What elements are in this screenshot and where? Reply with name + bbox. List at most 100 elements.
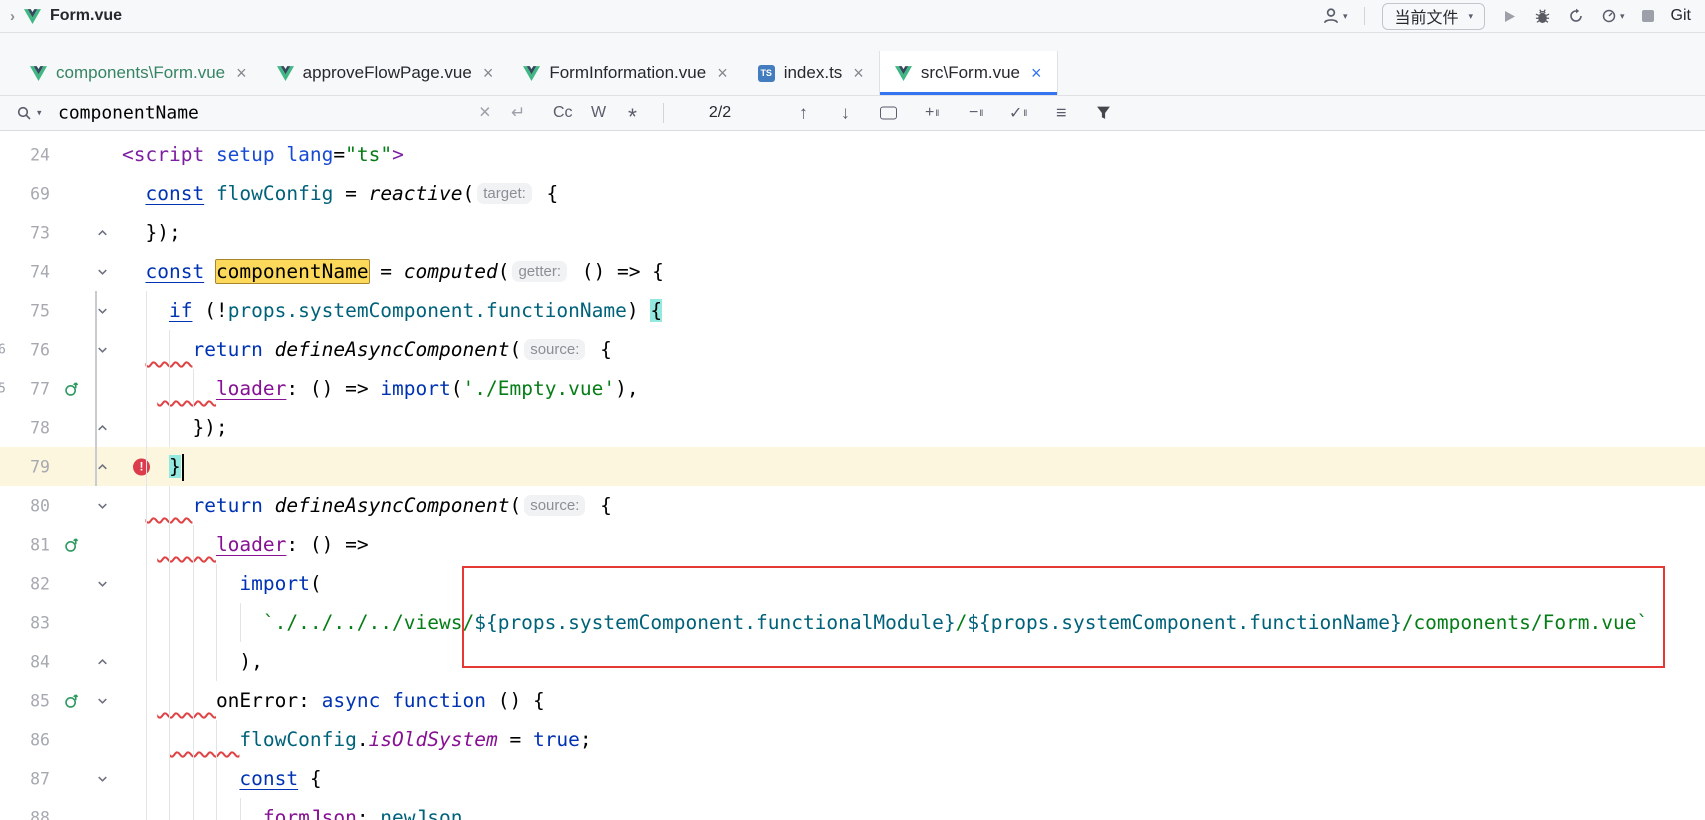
code-line[interactable]: 88 formJson: newJson, <box>0 798 1705 820</box>
code-line[interactable]: 75 if (!props.systemComponent.functionNa… <box>0 291 1705 330</box>
debug-bug-icon[interactable] <box>1534 8 1551 25</box>
match-case-toggle[interactable]: Cc <box>553 104 573 122</box>
whole-words-toggle[interactable]: W <box>591 104 606 122</box>
line-number: 84 <box>0 652 50 671</box>
fold-down-icon[interactable] <box>96 772 109 785</box>
fold-down-icon[interactable] <box>96 577 109 590</box>
navigate-up-icon[interactable] <box>64 381 80 397</box>
run-config-label: 当前文件 <box>1394 4 1458 28</box>
code-line[interactable]: 83 `./../../../views/${props.systemCompo… <box>0 603 1705 642</box>
gutter: 86 <box>0 720 112 759</box>
next-match-button[interactable]: ↓ <box>841 103 850 124</box>
gutter: 83 <box>0 603 112 642</box>
gutter: 84 <box>0 642 112 681</box>
fold-down-icon[interactable] <box>96 265 109 278</box>
code-text: }); <box>112 408 228 447</box>
tab-close-icon[interactable]: × <box>717 64 728 82</box>
previous-match-button[interactable]: ↑ <box>799 103 808 124</box>
select-all-matches-icon[interactable]: ✓II <box>1009 103 1026 123</box>
gutter: 577 <box>0 369 112 408</box>
gutter: 88 <box>0 798 112 820</box>
code-text: loader: () => <box>112 525 369 564</box>
gutter: 74 <box>0 252 112 291</box>
fold-down-icon[interactable] <box>96 499 109 512</box>
code-line[interactable]: 69 const flowConfig = reactive(target: { <box>0 174 1705 213</box>
editor-tab[interactable]: components\Form.vue× <box>15 51 262 95</box>
tab-close-icon[interactable]: × <box>1031 64 1042 82</box>
code-text: formJson: newJson, <box>112 798 474 820</box>
clear-search-icon[interactable]: × <box>479 102 491 125</box>
remove-selection-icon[interactable]: −II <box>969 104 982 122</box>
line-number: 86 <box>0 730 50 749</box>
add-selection-icon[interactable]: +II <box>925 104 938 122</box>
code-line[interactable]: 24<script setup lang="ts"> <box>0 135 1705 174</box>
plus-icon: + <box>925 104 934 122</box>
code-line[interactable]: 577 loader: () => import('./Empty.vue'), <box>0 369 1705 408</box>
code-text: flowConfig.isOldSystem = true; <box>112 720 592 759</box>
code-text: return defineAsyncComponent(source: { <box>112 486 612 525</box>
navigate-up-icon[interactable] <box>64 537 80 553</box>
bars-icon: II <box>979 108 982 118</box>
fold-end-icon[interactable] <box>96 460 109 473</box>
code-line[interactable]: 79 }! <box>0 447 1705 486</box>
code-text: import( <box>112 564 322 603</box>
editor-tab[interactable]: FormInformation.vue× <box>508 51 742 95</box>
open-in-find-window-icon[interactable] <box>880 107 897 120</box>
code-text: onError: async function () { <box>112 681 545 720</box>
editor-tab[interactable]: TSindex.ts× <box>743 51 879 95</box>
code-line[interactable]: 87 const { <box>0 759 1705 798</box>
search-options-icon[interactable]: ≡ <box>1056 103 1067 124</box>
gutter: 80 <box>0 486 112 525</box>
fold-end-icon[interactable] <box>96 421 109 434</box>
filter-icon[interactable] <box>1096 106 1111 121</box>
code-line[interactable]: 82 import( <box>0 564 1705 603</box>
line-number: 81 <box>0 535 50 554</box>
code-line[interactable]: 74 const componentName = computed(getter… <box>0 252 1705 291</box>
stop-button[interactable] <box>1642 10 1654 22</box>
code-line[interactable]: 85 onError: async function () { <box>0 681 1705 720</box>
code-line[interactable]: 73 }); <box>0 213 1705 252</box>
line-number: 73 <box>0 223 50 242</box>
editor-tab[interactable]: src\Form.vue × <box>879 51 1058 95</box>
editor[interactable]: 24<script setup lang="ts">69 const flowC… <box>0 131 1705 820</box>
user-icon <box>1322 7 1340 25</box>
fold-down-icon[interactable] <box>96 694 109 707</box>
code-line[interactable]: 80 return defineAsyncComponent(source: { <box>0 486 1705 525</box>
fold-end-icon[interactable] <box>96 655 109 668</box>
user-menu-button[interactable]: ▾ <box>1322 7 1348 25</box>
search-icon[interactable] <box>16 105 32 121</box>
git-widget[interactable]: Git <box>1671 7 1691 25</box>
run-config-selector[interactable]: 当前文件 ▾ <box>1382 3 1485 30</box>
tab-label: src\Form.vue <box>921 63 1020 83</box>
run-button[interactable] <box>1502 9 1517 24</box>
code-line[interactable]: 81 loader: () => <box>0 525 1705 564</box>
vue-icon <box>24 9 41 24</box>
chevron-right-icon[interactable]: › <box>10 8 15 25</box>
tab-close-icon[interactable]: × <box>853 64 864 82</box>
inlay-hint: getter: <box>512 261 567 282</box>
code-line[interactable]: 86 flowConfig.isOldSystem = true; <box>0 720 1705 759</box>
fold-down-icon[interactable] <box>96 304 109 317</box>
line-number: 83 <box>0 613 50 632</box>
tab-close-icon[interactable]: × <box>483 64 494 82</box>
line-number: 88 <box>0 808 50 820</box>
regex-toggle[interactable]: * <box>628 104 637 131</box>
insert-newline-icon[interactable]: ↵ <box>511 103 525 123</box>
fold-down-icon[interactable] <box>96 343 109 356</box>
profiler-button[interactable]: ▾ <box>1601 8 1625 24</box>
tab-close-icon[interactable]: × <box>236 64 247 82</box>
code-line[interactable]: 78 }); <box>0 408 1705 447</box>
search-input[interactable]: componentName <box>58 103 199 124</box>
navigate-up-icon[interactable] <box>64 693 80 709</box>
line-number: 76 <box>0 340 50 359</box>
search-history-chevron-icon[interactable]: ▾ <box>37 108 42 119</box>
inlay-hint: target: <box>477 183 532 204</box>
code-line[interactable]: 84 ), <box>0 642 1705 681</box>
gutter: 85 <box>0 681 112 720</box>
fold-end-icon[interactable] <box>96 226 109 239</box>
gutter: 78 <box>0 408 112 447</box>
inlay-hint: source: <box>524 339 585 360</box>
rerun-coverage-button[interactable] <box>1568 8 1584 24</box>
code-line[interactable]: 676 return defineAsyncComponent(source: … <box>0 330 1705 369</box>
editor-tab[interactable]: approveFlowPage.vue× <box>262 51 509 95</box>
